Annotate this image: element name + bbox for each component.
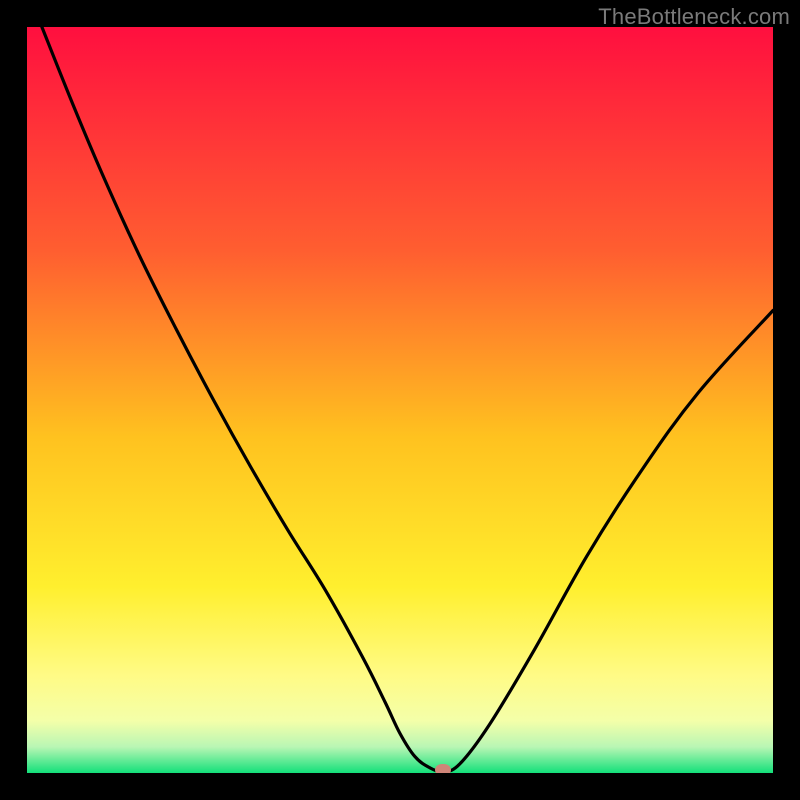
plot-area xyxy=(27,27,773,773)
bottleneck-marker xyxy=(435,764,451,773)
chart-frame: TheBottleneck.com xyxy=(0,0,800,800)
watermark-text: TheBottleneck.com xyxy=(598,4,790,30)
bottleneck-curve xyxy=(27,27,773,773)
